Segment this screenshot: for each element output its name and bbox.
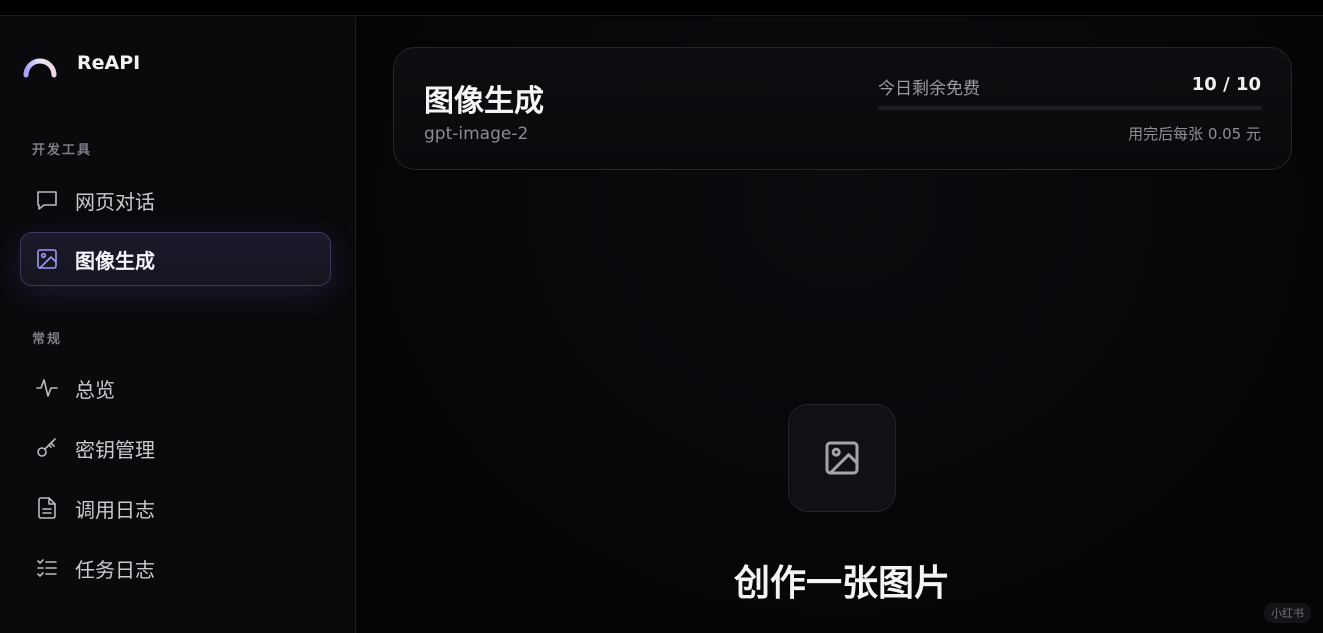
header-card: 图像生成 gpt-image-2 今日剩余免费 10 / 10 用完后每张 0.… (393, 47, 1292, 170)
brand[interactable]: ReAPI (22, 47, 140, 79)
document-icon (35, 496, 59, 520)
quota-progress-fill (878, 106, 1262, 110)
image-icon (35, 247, 59, 271)
main-content: 图像生成 gpt-image-2 今日剩余免费 10 / 10 用完后每张 0.… (357, 17, 1323, 633)
empty-state-image-icon (788, 404, 896, 512)
sidebar-item-label: 图像生成 (75, 248, 155, 273)
section-label-general: 常规 (32, 332, 63, 347)
chat-bubble-icon (35, 188, 59, 212)
arc-logo-icon (23, 58, 57, 78)
brand-name: ReAPI (77, 52, 141, 74)
sidebar: ReAPI 开发工具 网页对话 图像生成 常规 总览 密钥管理 调用日志 任务日… (0, 17, 356, 633)
sidebar-item-label: 密钥管理 (75, 437, 155, 462)
sidebar-item-label: 任务日志 (75, 557, 155, 582)
sidebar-item-task-logs[interactable]: 任务日志 (20, 541, 331, 595)
sidebar-item-image-gen[interactable]: 图像生成 (20, 232, 331, 286)
quota-label: 今日剩余免费 (878, 79, 980, 99)
section-label-dev-tools: 开发工具 (32, 143, 93, 158)
task-list-icon (35, 556, 59, 580)
sidebar-item-overview[interactable]: 总览 (20, 361, 331, 415)
activity-icon (35, 376, 59, 400)
quota-count: 10 / 10 (1191, 74, 1261, 95)
empty-state-title: 创作一张图片 (733, 563, 950, 604)
model-name: gpt-image-2 (424, 124, 529, 144)
sidebar-item-web-chat[interactable]: 网页对话 (20, 173, 331, 227)
price-note: 用完后每张 0.05 元 (1128, 125, 1261, 143)
watermark: 小红书 (1264, 603, 1311, 623)
sidebar-item-label: 网页对话 (75, 189, 155, 214)
sidebar-item-call-logs[interactable]: 调用日志 (20, 481, 331, 535)
key-icon (35, 436, 59, 460)
sidebar-item-label: 调用日志 (75, 497, 155, 522)
sidebar-item-label: 总览 (75, 377, 115, 402)
top-bar (0, 0, 1323, 16)
sidebar-item-keys[interactable]: 密钥管理 (20, 421, 331, 475)
page-title: 图像生成 (424, 84, 544, 119)
quota-progress-bar (878, 106, 1262, 110)
